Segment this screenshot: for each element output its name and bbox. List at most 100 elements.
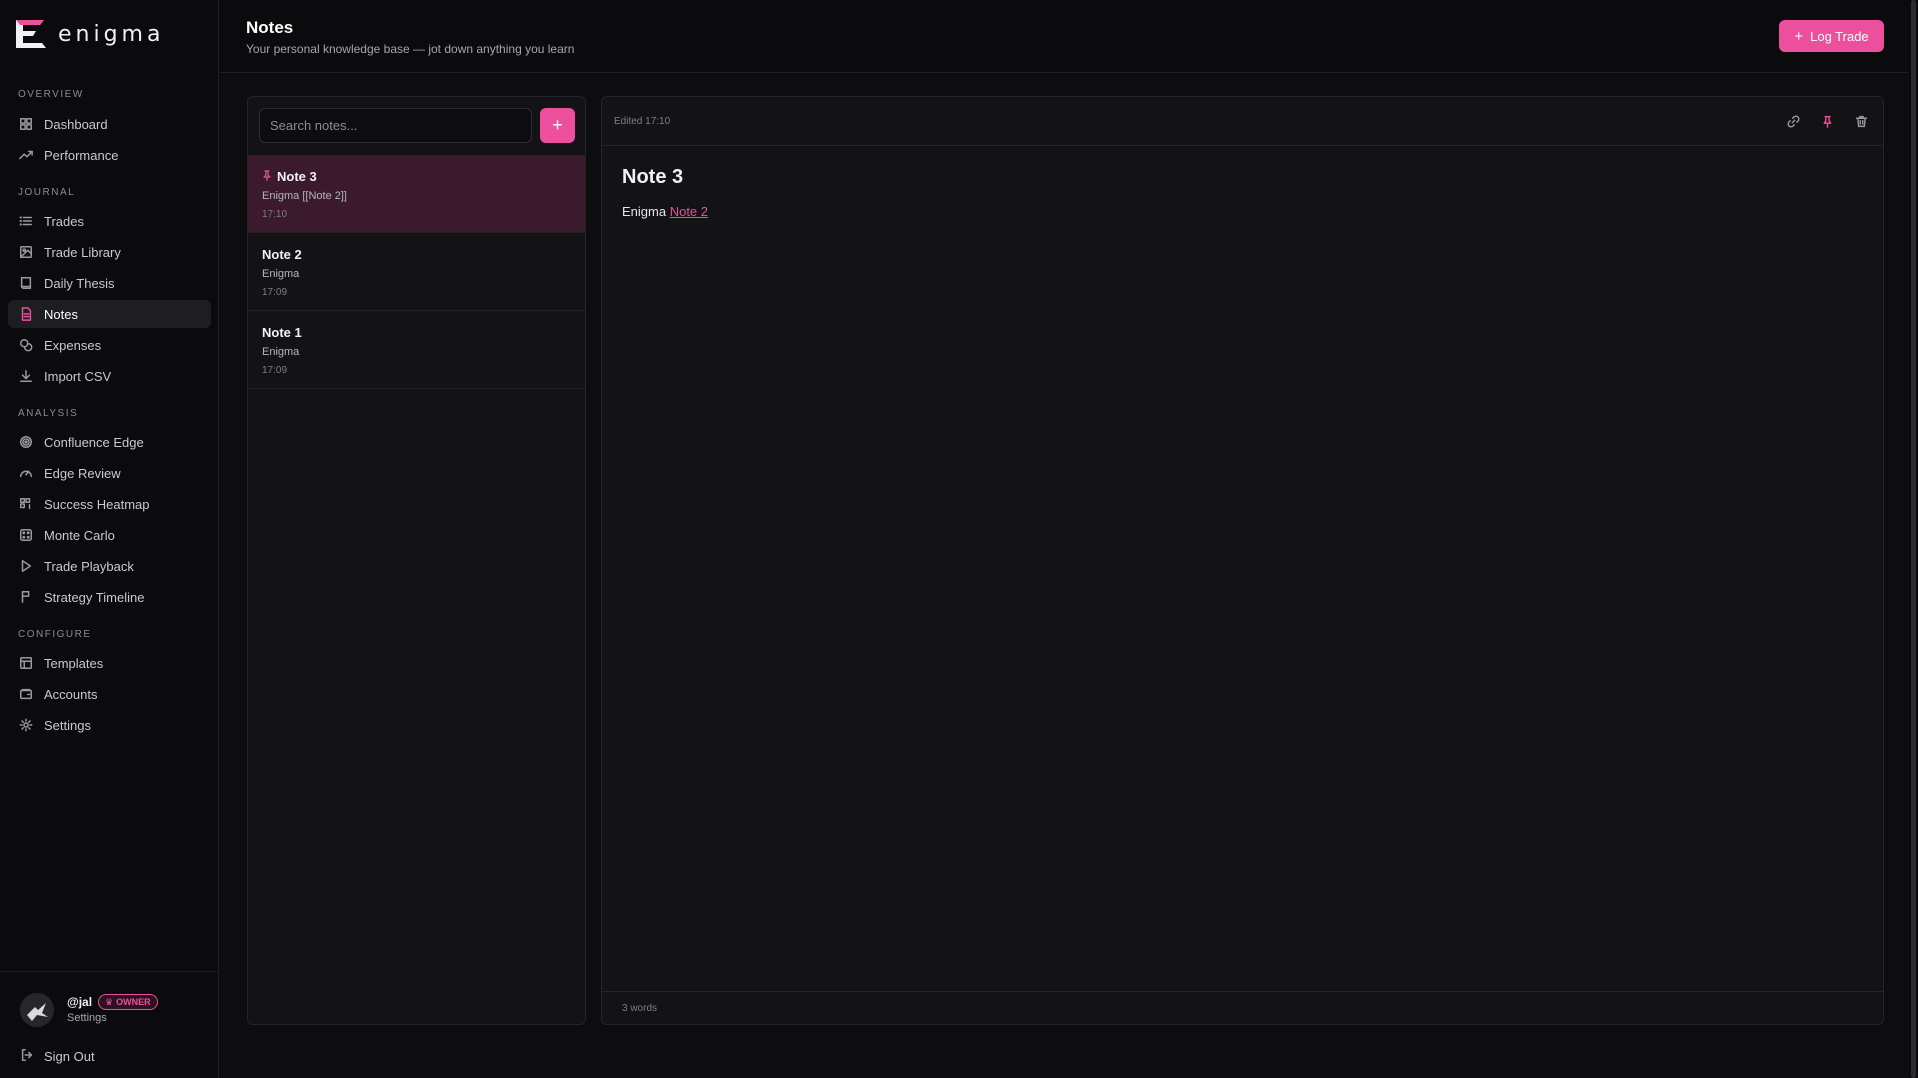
log-out-icon: [20, 1048, 34, 1065]
user-settings-link[interactable]: Settings: [67, 1012, 107, 1024]
page-subtitle: Your personal knowledge base — jot down …: [246, 42, 575, 56]
note-title-text: Note 2: [262, 247, 302, 262]
sidebar-item-label: Accounts: [44, 686, 98, 702]
sidebar-item-label: Notes: [44, 306, 78, 322]
sidebar-item-label: Performance: [44, 147, 119, 163]
sidebar-item-label: Trade Playback: [44, 558, 134, 574]
sidebar-item-templates[interactable]: Templates: [8, 649, 211, 677]
coins-icon: [18, 337, 34, 353]
page-title: Notes: [246, 18, 294, 37]
user-handle: @jal: [67, 995, 93, 1009]
sidebar-item-label: Monte Carlo: [44, 527, 115, 543]
wallet-icon: [18, 686, 34, 702]
edited-timestamp: Edited 17:10: [614, 116, 671, 127]
editor-footer: 3 words: [602, 991, 1883, 1024]
note-title: Note 3: [262, 169, 317, 184]
note-title: Note 1: [262, 325, 302, 340]
sidebar-item-strategy-timeline[interactable]: Strategy Timeline: [8, 583, 211, 611]
note-list-item[interactable]: Note 1 Enigma 17:09: [248, 311, 585, 389]
target-icon: [18, 434, 34, 450]
add-note-button[interactable]: +: [540, 108, 575, 143]
sidebar-item-accounts[interactable]: Accounts: [8, 680, 211, 708]
sidebar-item-confluence-edge[interactable]: Confluence Edge: [8, 428, 211, 456]
page-header: Notes Your personal knowledge base — jot…: [220, 0, 1918, 73]
list-icon: [18, 213, 34, 229]
link-icon[interactable]: [1785, 113, 1801, 129]
note-preview: Enigma: [262, 268, 300, 280]
sidebar-item-performance[interactable]: Performance: [8, 141, 211, 169]
note-title-text: Note 3: [277, 169, 317, 184]
pin-icon[interactable]: [1819, 113, 1835, 129]
sidebar-item-import-csv[interactable]: Import CSV: [8, 362, 211, 390]
sidebar: enigma OVERVIEW Dashboard Performance JO…: [0, 0, 219, 1078]
app-root: enigma OVERVIEW Dashboard Performance JO…: [0, 0, 1918, 1078]
sidebar-item-label: Settings: [44, 717, 91, 733]
trending-up-icon: [18, 147, 34, 163]
section-label-overview: OVERVIEW: [18, 89, 84, 100]
sidebar-item-label: Confluence Edge: [44, 434, 144, 450]
heatmap-icon: [18, 496, 34, 512]
enigma-logo-icon: [14, 18, 48, 50]
grid-icon: [18, 116, 34, 132]
plus-icon: +: [1794, 27, 1804, 45]
note-time: 17:10: [262, 209, 288, 220]
sidebar-item-daily-thesis[interactable]: Daily Thesis: [8, 269, 211, 297]
image-icon: [18, 244, 34, 260]
section-label-journal: JOURNAL: [18, 187, 76, 198]
note-heading[interactable]: Note 3: [622, 166, 683, 189]
note-time: 17:09: [262, 287, 288, 298]
sidebar-item-success-heatmap[interactable]: Success Heatmap: [8, 490, 211, 518]
note-list-item[interactable]: Note 2 Enigma 17:09: [248, 233, 585, 311]
sidebar-item-label: Import CSV: [44, 368, 112, 384]
section-label-analysis: ANALYSIS: [18, 408, 79, 419]
gear-icon: [18, 717, 34, 733]
sidebar-item-label: Expenses: [44, 337, 102, 353]
sidebar-item-trade-library[interactable]: Trade Library: [8, 238, 211, 266]
section-label-configure: CONFIGURE: [18, 629, 92, 640]
sidebar-item-label: Dashboard: [44, 116, 108, 132]
note-wiki-link[interactable]: Note 2: [670, 204, 708, 219]
note-body[interactable]: Enigma Note 2: [622, 204, 708, 219]
avatar[interactable]: [20, 993, 54, 1027]
pin-icon: [262, 169, 272, 184]
sidebar-item-label: Strategy Timeline: [44, 589, 145, 605]
gauge-icon: [18, 465, 34, 481]
sidebar-item-expenses[interactable]: Expenses: [8, 331, 211, 359]
note-list-item[interactable]: Note 3 Enigma [[Note 2]] 17:10: [248, 155, 585, 233]
note-preview: Enigma: [262, 346, 300, 358]
sidebar-item-trade-playback[interactable]: Trade Playback: [8, 552, 211, 580]
log-trade-button[interactable]: + Log Trade: [1779, 20, 1884, 52]
user-panel: @jal ♛ OWNER Settings Sign Out: [0, 971, 219, 1078]
brand-logo[interactable]: enigma: [14, 18, 164, 50]
search-input[interactable]: [259, 108, 532, 143]
crown-icon: ♛: [105, 996, 114, 1007]
notes-list-panel: + Note 3 Enigma [[Note 2]] 17:10 Note 2 …: [247, 96, 586, 1025]
download-icon: [18, 368, 34, 384]
sidebar-item-monte-carlo[interactable]: Monte Carlo: [8, 521, 211, 549]
sidebar-item-settings[interactable]: Settings: [8, 711, 211, 739]
editor-actions: [1785, 113, 1869, 129]
sign-out-button[interactable]: Sign Out: [20, 1048, 95, 1065]
sidebar-item-notes[interactable]: Notes: [8, 300, 211, 328]
note-title: Note 2: [262, 247, 302, 262]
file-text-icon: [18, 306, 34, 322]
brand-name: enigma: [58, 21, 165, 47]
sidebar-item-label: Edge Review: [44, 465, 121, 481]
trash-icon[interactable]: [1853, 113, 1869, 129]
sidebar-item-trades[interactable]: Trades: [8, 207, 211, 235]
editor-toolbar: Edited 17:10: [602, 97, 1883, 146]
log-trade-label: Log Trade: [1810, 28, 1869, 44]
sidebar-item-label: Templates: [44, 655, 104, 671]
note-body-text: Enigma: [622, 204, 667, 219]
book-icon: [18, 275, 34, 291]
note-editor: Edited 17:10 Note 3 Enigma Note 2 3 word…: [601, 96, 1884, 1025]
owner-badge-label: OWNER: [116, 997, 151, 1007]
play-icon: [18, 558, 34, 574]
note-preview: Enigma [[Note 2]]: [262, 190, 347, 202]
page-scrollbar[interactable]: [1911, 0, 1916, 1078]
sidebar-item-label: Trades: [44, 213, 84, 229]
sidebar-item-label: Trade Library: [44, 244, 121, 260]
sidebar-item-dashboard[interactable]: Dashboard: [8, 110, 211, 138]
note-time: 17:09: [262, 365, 288, 376]
sidebar-item-edge-review[interactable]: Edge Review: [8, 459, 211, 487]
